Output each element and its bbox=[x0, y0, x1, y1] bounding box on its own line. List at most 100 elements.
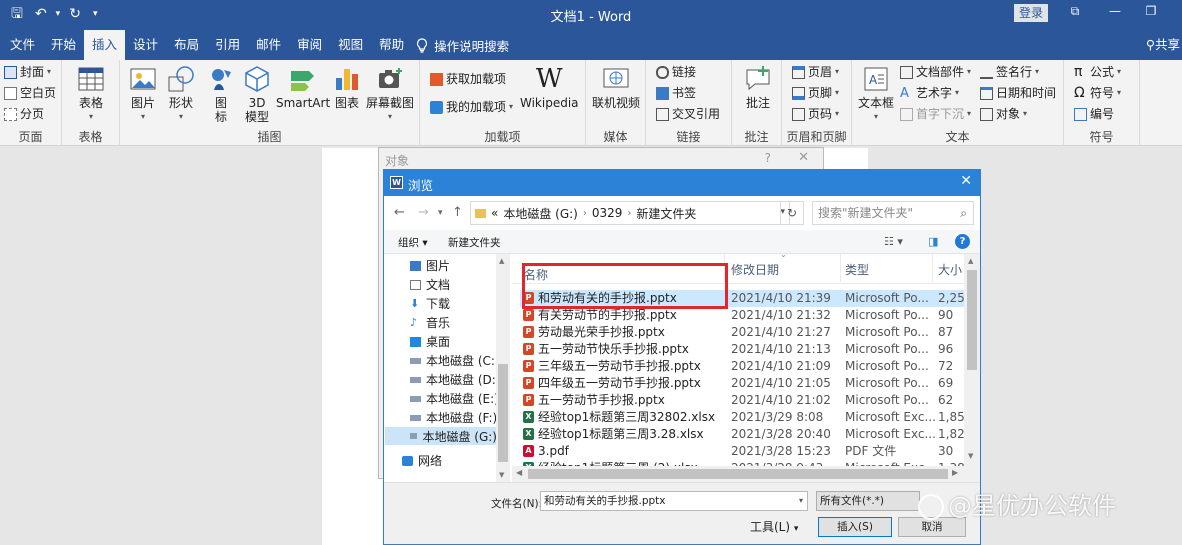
scroll-up-icon[interactable]: ▲ bbox=[499, 257, 504, 265]
scroll-down-icon[interactable]: ▼ bbox=[499, 471, 504, 479]
table-row[interactable]: P 五一劳动节手抄报.pptx 2021/4/10 21:02 Microsoft P… bbox=[520, 392, 964, 409]
nav-item-documents[interactable]: 文档 bbox=[410, 276, 450, 293]
chevron-down-icon[interactable]: ▾ bbox=[799, 492, 803, 510]
nav-item-downloads[interactable]: ⬇ 下载 bbox=[410, 295, 450, 312]
new-folder-button[interactable]: 新建文件夹 bbox=[448, 235, 501, 250]
scrollbar-thumb[interactable] bbox=[498, 364, 508, 462]
close-icon[interactable]: ✕ bbox=[960, 173, 972, 189]
column-header-size[interactable]: 大小 bbox=[938, 261, 962, 278]
3d-models-button[interactable]: 3D 模型 bbox=[242, 64, 272, 124]
nav-item-drive-e[interactable]: 本地磁盘 (E:) bbox=[410, 390, 499, 407]
blank-page-button[interactable]: 空白页 bbox=[4, 84, 56, 102]
refresh-icon[interactable]: ↻ bbox=[780, 201, 804, 225]
scrollbar-thumb[interactable] bbox=[967, 270, 977, 370]
date-time-button[interactable]: 日期和时间 bbox=[980, 84, 1056, 102]
page-number-button[interactable]: 页码 ▾ bbox=[792, 105, 839, 123]
smartart-button[interactable]: SmartArt bbox=[276, 64, 330, 110]
tab-layout[interactable]: 布局 bbox=[166, 30, 207, 60]
close-icon[interactable]: ✕ bbox=[798, 150, 809, 165]
table-row[interactable]: P 三年级五一劳动节手抄报.pptx 2021/4/10 21:09 Microsof… bbox=[520, 358, 964, 375]
file-type-select[interactable]: 所有文件(*.*) bbox=[816, 491, 920, 511]
column-header-date[interactable]: 修改日期 bbox=[731, 261, 779, 278]
share-button[interactable]: ⚲共享 bbox=[1146, 30, 1182, 60]
table-row[interactable]: X 经验top1标题第三周3.28.xlsx 2021/3/28 20:40 Micr… bbox=[520, 426, 965, 443]
nav-item-drive-d[interactable]: 本地磁盘 (D:) bbox=[410, 371, 500, 388]
cross-reference-button[interactable]: 交叉引用 bbox=[656, 105, 720, 123]
drop-cap-button[interactable]: 首字下沉 ▾ bbox=[900, 105, 971, 123]
online-video-button[interactable]: 联机视频 bbox=[592, 64, 640, 110]
text-box-button[interactable]: A 文本框 ▾ bbox=[858, 64, 894, 124]
picture-button[interactable]: 图片 ▾ bbox=[128, 64, 158, 124]
search-input[interactable]: 搜索"新建文件夹" ⌕ bbox=[812, 201, 974, 225]
restore-icon[interactable]: ❐ bbox=[1142, 4, 1160, 18]
cover-page-button[interactable]: 封面 ▾ bbox=[4, 63, 51, 81]
nav-item-drive-g[interactable]: 本地磁盘 (G:) bbox=[385, 427, 497, 445]
tab-help[interactable]: 帮助 bbox=[371, 30, 412, 60]
file-name-input[interactable]: 和劳动有关的手抄报.pptx ▾ bbox=[540, 491, 808, 511]
table-row[interactable]: P 劳动最光荣手抄报.pptx 2021/4/10 21:27 Microsoft P… bbox=[520, 324, 964, 341]
scroll-left-icon[interactable]: ◀ bbox=[516, 468, 522, 477]
column-header-type[interactable]: 类型 bbox=[845, 261, 869, 278]
breadcrumb-drive[interactable]: 本地磁盘 (G:) bbox=[503, 205, 578, 222]
chart-button[interactable]: 图表 bbox=[332, 64, 362, 110]
quick-parts-button[interactable]: 文档部件 ▾ bbox=[900, 63, 971, 81]
scroll-up-icon[interactable]: ▲ bbox=[968, 257, 973, 265]
tab-view[interactable]: 视图 bbox=[330, 30, 371, 60]
navigation-scrollbar[interactable]: ▲ ▼ bbox=[496, 254, 510, 482]
column-divider[interactable] bbox=[840, 254, 841, 282]
signature-line-button[interactable]: 签名行 ▾ bbox=[980, 63, 1039, 81]
tab-references[interactable]: 引用 bbox=[207, 30, 248, 60]
tab-file[interactable]: 文件 bbox=[2, 30, 43, 60]
view-options-icon[interactable]: ☷ ▾ bbox=[884, 235, 903, 248]
tell-me-search[interactable]: 操作说明搜索 bbox=[412, 36, 509, 55]
nav-item-music[interactable]: ♪ 音乐 bbox=[410, 314, 450, 331]
nav-item-pictures[interactable]: 图片 bbox=[410, 257, 450, 274]
scrollbar-thumb[interactable] bbox=[528, 469, 948, 479]
comment-button[interactable]: 批注 bbox=[743, 64, 773, 110]
tab-design[interactable]: 设计 bbox=[125, 30, 166, 60]
table-row[interactable]: P 四年级五一劳动节手抄报.pptx 2021/4/10 21:05 Microsof… bbox=[520, 375, 964, 392]
up-icon[interactable]: ↑ bbox=[452, 205, 463, 220]
nav-item-drive-f[interactable]: 本地磁盘 (F:) bbox=[410, 409, 497, 426]
shapes-button[interactable]: 形状 ▾ bbox=[166, 64, 196, 124]
breadcrumb-new-folder[interactable]: 新建文件夹 bbox=[636, 205, 696, 222]
nav-item-drive-c[interactable]: 本地磁盘 (C:) bbox=[410, 352, 500, 369]
scroll-right-icon[interactable]: ▶ bbox=[952, 468, 958, 477]
back-icon[interactable]: ← bbox=[394, 205, 405, 220]
column-divider[interactable] bbox=[932, 254, 933, 282]
table-row[interactable]: A 3.pdf 2021/3/28 15:23 PDF 文件 30 bbox=[520, 443, 964, 460]
icons-button[interactable]: 图标 bbox=[206, 64, 236, 124]
file-list-horizontal-scrollbar[interactable]: ◀ ▶ bbox=[512, 466, 964, 482]
get-addins-button[interactable]: 获取加载项 bbox=[430, 70, 506, 88]
breadcrumb-0329[interactable]: 0329 bbox=[592, 206, 623, 220]
file-list-vertical-scrollbar[interactable]: ▲ ▼ bbox=[964, 254, 980, 482]
number-button[interactable]: 编号 bbox=[1074, 105, 1114, 123]
help-icon[interactable]: ? bbox=[765, 151, 771, 165]
forward-icon[interactable]: → bbox=[418, 205, 429, 220]
wikipedia-button[interactable]: W Wikipedia bbox=[520, 64, 579, 110]
symbol-button[interactable]: Ω 符号 ▾ bbox=[1074, 84, 1121, 102]
organize-button[interactable]: 组织 ▾ bbox=[398, 235, 428, 250]
equation-button[interactable]: π 公式 ▾ bbox=[1074, 63, 1121, 81]
preview-pane-icon[interactable]: ◨ bbox=[928, 235, 938, 248]
footer-button[interactable]: 页脚 ▾ bbox=[792, 84, 839, 102]
tab-home[interactable]: 开始 bbox=[43, 30, 84, 60]
bookmark-button[interactable]: 书签 bbox=[656, 84, 696, 102]
table-row[interactable]: X 经验top1标题第三周32802.xlsx 2021/3/29 8:08 Micr… bbox=[520, 409, 965, 426]
tab-review[interactable]: 审阅 bbox=[289, 30, 330, 60]
scroll-down-icon[interactable]: ▼ bbox=[968, 452, 973, 460]
insert-button[interactable]: 插入(S) bbox=[818, 517, 892, 537]
table-button[interactable]: 表格 ▾ bbox=[76, 64, 106, 124]
nav-item-desktop[interactable]: 桌面 bbox=[410, 333, 450, 350]
screenshot-button[interactable]: 屏幕截图 ▾ bbox=[366, 64, 414, 124]
ribbon-display-options-icon[interactable]: ⧉ bbox=[1066, 4, 1084, 19]
page-break-button[interactable]: 分页 bbox=[4, 105, 44, 123]
recent-locations-icon[interactable]: ▾ bbox=[438, 208, 443, 218]
object-button[interactable]: 对象 ▾ bbox=[980, 105, 1027, 123]
my-addins-button[interactable]: 我的加载项 ▾ bbox=[430, 98, 513, 116]
tools-button[interactable]: 工具(L) ▾ bbox=[750, 518, 798, 535]
tab-mailings[interactable]: 邮件 bbox=[248, 30, 289, 60]
tab-insert[interactable]: 插入 bbox=[84, 30, 126, 60]
link-button[interactable]: 链接 bbox=[656, 63, 696, 81]
table-row[interactable]: P 有关劳动节的手抄报.pptx 2021/4/10 21:32 Microsoft … bbox=[520, 307, 964, 324]
